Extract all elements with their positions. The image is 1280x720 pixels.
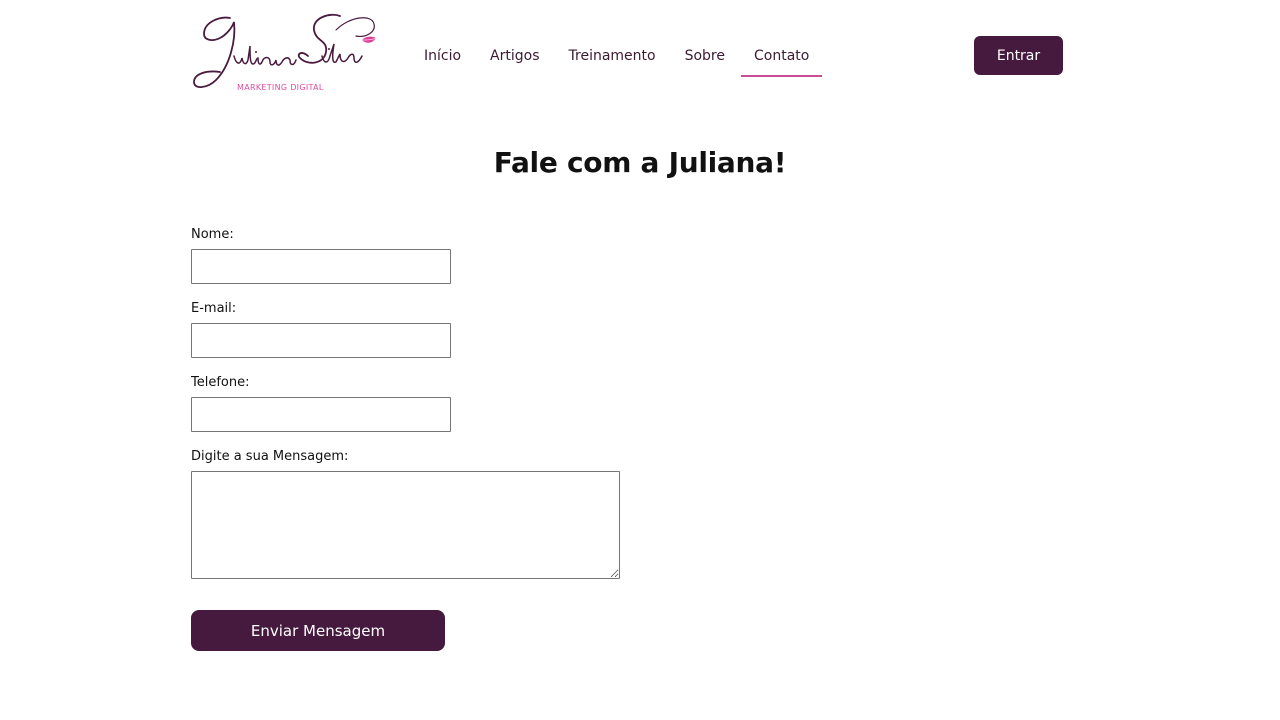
- name-label: Nome:: [191, 227, 234, 242]
- message-label: Digite a sua Mensagem:: [191, 449, 349, 464]
- page-title: Fale com a Juliana!: [493, 146, 787, 179]
- nav-item-sobre[interactable]: Sobre: [685, 46, 725, 66]
- contact-form: Nome: E-mail: Telefone: Digite a sua Men…: [191, 226, 621, 579]
- nav-item-contato[interactable]: Contato: [741, 46, 823, 77]
- nav-item-inicio[interactable]: Início: [424, 46, 461, 66]
- email-label: E-mail:: [191, 301, 237, 316]
- contact-page: MARKETING DIGITAL Início Artigos Treinam…: [0, 0, 1280, 720]
- brand-logo[interactable]: MARKETING DIGITAL: [190, 10, 382, 96]
- message-textarea[interactable]: [191, 471, 620, 579]
- name-input[interactable]: [191, 249, 451, 284]
- logo-tagline: MARKETING DIGITAL: [237, 83, 324, 92]
- nav-item-artigos[interactable]: Artigos: [490, 46, 539, 66]
- main-nav: Início Artigos Treinamento Sobre Contato: [424, 46, 851, 77]
- login-button[interactable]: Entrar: [974, 36, 1063, 75]
- send-message-button[interactable]: Enviar Mensagem: [191, 610, 445, 651]
- nav-item-treinamento[interactable]: Treinamento: [569, 46, 656, 66]
- phone-input[interactable]: [191, 397, 451, 432]
- email-input[interactable]: [191, 323, 451, 358]
- phone-label: Telefone:: [191, 375, 250, 390]
